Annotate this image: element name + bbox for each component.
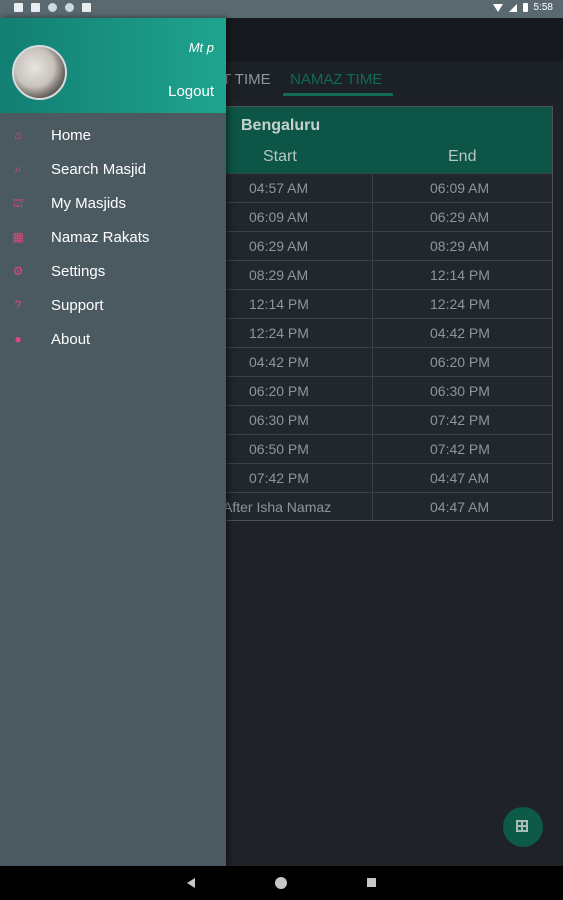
city-name: Bengaluru — [241, 117, 321, 134]
menu-item-my-masjids[interactable]: ⛫ My Masjids — [0, 186, 226, 220]
menu-item-namaz-rakats[interactable]: ▦ Namaz Rakats — [0, 220, 226, 254]
start-cell: 06:30 PM — [249, 412, 309, 428]
system-nav-bar — [0, 866, 563, 900]
end-cell: 06:29 AM — [430, 209, 490, 225]
menu-item-label: Home — [51, 127, 92, 144]
user-name: Mt p — [188, 40, 214, 55]
search-icon: ⌕ — [14, 162, 22, 176]
file-icon — [82, 3, 91, 12]
menu-item-label: Settings — [51, 263, 106, 280]
drawer-header: Mt p Logout — [0, 18, 226, 113]
start-cell: After Isha Namaz — [223, 499, 332, 515]
navigation-drawer: Mt p Logout ⌂ Home ⌕ Search Masjid ⛫ My … — [0, 18, 226, 866]
table-row: 06:29 AM 08:29 AM — [213, 231, 552, 261]
table-row: 08:29 AM 12:14 PM — [213, 260, 552, 290]
google-icon — [48, 3, 57, 12]
battery-icon — [522, 3, 528, 12]
gear-icon: ⚙ — [12, 264, 24, 278]
start-cell: 06:20 PM — [249, 383, 309, 399]
table-row: 12:24 PM 04:42 PM — [213, 318, 552, 348]
menu-item-label: Namaz Rakats — [51, 229, 150, 246]
start-cell: 06:09 AM — [249, 209, 309, 225]
back-icon[interactable] — [187, 878, 195, 888]
namaz-time-table: Bengaluru Start End 04:57 AM 06:09 AM 06… — [212, 106, 553, 521]
start-cell: 06:50 PM — [249, 441, 309, 457]
status-right: 5:58 — [492, 2, 553, 13]
end-cell: 08:29 AM — [430, 238, 490, 254]
end-cell: 12:24 PM — [430, 296, 490, 312]
start-cell: 04:57 AM — [249, 180, 309, 196]
header-start: Start — [263, 148, 297, 165]
end-cell: 04:47 AM — [430, 470, 490, 486]
end-cell: 07:42 PM — [430, 441, 490, 457]
start-cell: 12:14 PM — [249, 296, 309, 312]
recents-icon[interactable] — [367, 878, 376, 887]
tab-indicator — [283, 93, 393, 96]
help-icon: ? — [14, 298, 22, 312]
masjid-icon: ⛫ — [12, 196, 24, 210]
logout-button[interactable]: Logout — [168, 83, 214, 100]
wifi-icon — [492, 3, 503, 12]
table-row: 06:50 PM 07:42 PM — [213, 434, 552, 464]
end-cell: 06:20 PM — [430, 354, 490, 370]
gallery-icon — [31, 3, 40, 12]
status-time: 5:58 — [533, 2, 553, 13]
menu-item-label: About — [51, 331, 91, 348]
table-row: 07:42 PM 04:47 AM — [213, 463, 552, 493]
tab-prayer-time[interactable]: T TIME — [222, 71, 271, 88]
table-row: 04:42 PM 06:20 PM — [213, 347, 552, 377]
end-cell: 12:14 PM — [430, 267, 490, 283]
menu-item-about[interactable]: ● About — [0, 322, 226, 356]
info-icon: ● — [14, 332, 22, 346]
menu-item-support[interactable]: ? Support — [0, 288, 226, 322]
start-cell: 12:24 PM — [249, 325, 309, 341]
end-cell: 06:09 AM — [430, 180, 490, 196]
table-row: 12:14 PM 12:24 PM — [213, 289, 552, 319]
start-cell: 04:42 PM — [249, 354, 309, 370]
start-cell: 08:29 AM — [249, 267, 309, 283]
circle-icon — [65, 3, 74, 12]
end-cell: 07:42 PM — [430, 412, 490, 428]
start-cell: 06:29 AM — [249, 238, 309, 254]
status-left-icons — [14, 3, 91, 12]
menu-item-label: Search Masjid — [51, 161, 147, 178]
signal-icon — [508, 3, 517, 12]
table-row: 06:20 PM 06:30 PM — [213, 376, 552, 406]
table-row: 04:57 AM 06:09 AM — [213, 173, 552, 203]
tab-namaz-time[interactable]: NAMAZ TIME — [290, 71, 382, 88]
end-cell: 04:47 AM — [430, 499, 490, 515]
end-cell: 06:30 PM — [430, 383, 490, 399]
notification-icon — [14, 3, 23, 12]
start-cell: 07:42 PM — [249, 470, 309, 486]
table-row: 06:09 AM 06:29 AM — [213, 202, 552, 232]
menu-item-settings[interactable]: ⚙ Settings — [0, 254, 226, 288]
header-end: End — [448, 148, 477, 165]
avatar[interactable] — [12, 45, 67, 100]
grid-icon — [516, 820, 528, 832]
menu-item-label: My Masjids — [51, 195, 127, 212]
menu-item-search-masjid[interactable]: ⌕ Search Masjid — [0, 152, 226, 186]
home-icon: ⌂ — [14, 128, 22, 142]
floating-action-button[interactable] — [503, 807, 543, 847]
menu-item-label: Support — [51, 297, 104, 314]
table-row: 06:30 PM 07:42 PM — [213, 405, 552, 435]
menu-item-home[interactable]: ⌂ Home — [0, 118, 226, 152]
table-icon: ▦ — [12, 230, 24, 244]
end-cell: 04:42 PM — [430, 325, 490, 341]
status-bar: 5:58 — [0, 0, 563, 18]
table-header: Bengaluru Start End — [213, 107, 552, 173]
table-row: After Isha Namaz 04:47 AM — [213, 492, 552, 522]
drawer-menu: ⌂ Home ⌕ Search Masjid ⛫ My Masjids ▦ Na… — [0, 118, 226, 356]
home-button-icon[interactable] — [275, 877, 287, 889]
